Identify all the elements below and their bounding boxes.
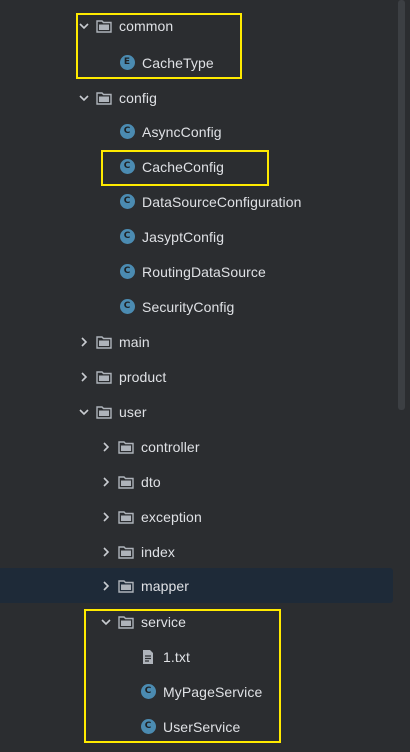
tree-item-exception-folder[interactable]: exception [0, 499, 393, 534]
tree-item-label: AsyncConfig [142, 123, 222, 140]
tree-item-cacheconfig[interactable]: C CacheConfig [0, 149, 393, 184]
tree-item-cachetype[interactable]: E CacheType [0, 45, 393, 80]
tree-item-routingdatasource[interactable]: C RoutingDataSource [0, 254, 393, 289]
tree-item-label: index [141, 543, 175, 560]
folder-icon [118, 439, 134, 455]
folder-icon [118, 474, 134, 490]
tree-item-common-folder[interactable]: common [0, 8, 393, 43]
tree-item-label: JasyptConfig [142, 228, 225, 245]
tree-item-dto-folder[interactable]: dto [0, 464, 393, 499]
tree-item-mapper-folder[interactable]: mapper [0, 568, 393, 603]
chevron-down-icon[interactable] [78, 406, 90, 418]
tree-item-service-folder[interactable]: service [0, 604, 393, 639]
class-icon: C [119, 299, 135, 315]
tree-item-config-folder[interactable]: config [0, 80, 393, 115]
tree-item-index-folder[interactable]: index [0, 534, 393, 569]
tree-item-label: MyPageService [163, 683, 263, 700]
text-file-icon [140, 649, 156, 665]
folder-icon [118, 509, 134, 525]
tree-item-label: CacheType [142, 54, 214, 71]
tree-item-label: common [119, 17, 174, 34]
class-icon: C [119, 194, 135, 210]
chevron-right-icon[interactable] [100, 441, 112, 453]
folder-icon [96, 404, 112, 420]
tree-item-jasyptconfig[interactable]: C JasyptConfig [0, 219, 393, 254]
tree-item-mypageservice[interactable]: C MyPageService [0, 674, 393, 709]
tree-item-user-folder[interactable]: user [0, 394, 393, 429]
chevron-right-icon[interactable] [78, 371, 90, 383]
chevron-down-icon[interactable] [78, 20, 90, 32]
tree-item-label: RoutingDataSource [142, 263, 266, 280]
chevron-right-icon[interactable] [100, 476, 112, 488]
scrollbar-thumb[interactable] [398, 0, 405, 410]
tree-item-product-folder[interactable]: product [0, 359, 393, 394]
tree-item-label: main [119, 333, 150, 350]
class-icon: C [119, 264, 135, 280]
folder-icon [118, 578, 134, 594]
tree-item-datasourceconfiguration[interactable]: C DataSourceConfiguration [0, 184, 393, 219]
tree-item-label: UserService [163, 718, 241, 735]
tree-item-label: exception [141, 508, 202, 525]
tree-item-label: SecurityConfig [142, 298, 235, 315]
tree-item-securityconfig[interactable]: C SecurityConfig [0, 289, 393, 324]
tree-item-asyncconfig[interactable]: C AsyncConfig [0, 114, 393, 149]
folder-icon [96, 18, 112, 34]
class-icon: C [119, 124, 135, 140]
tree-item-label: service [141, 613, 187, 630]
folder-icon [118, 614, 134, 630]
tree-item-label: controller [141, 438, 200, 455]
folder-icon [96, 369, 112, 385]
tree-item-label: product [119, 368, 167, 385]
tree-item-controller-folder[interactable]: controller [0, 429, 393, 464]
tree-item-label: dto [141, 473, 161, 490]
tree-item-label: user [119, 403, 147, 420]
folder-icon [96, 334, 112, 350]
tree-item-label: mapper [141, 577, 190, 594]
tree-item-label: CacheConfig [142, 158, 225, 175]
tree-item-label: 1.txt [163, 648, 190, 665]
chevron-down-icon[interactable] [78, 92, 90, 104]
chevron-right-icon[interactable] [100, 546, 112, 558]
tree-item-userservice[interactable]: C UserService [0, 709, 393, 744]
tree-item-label: DataSourceConfiguration [142, 193, 302, 210]
chevron-right-icon[interactable] [100, 511, 112, 523]
tree-item-main-folder[interactable]: main [0, 324, 393, 359]
chevron-right-icon[interactable] [78, 336, 90, 348]
folder-icon [118, 544, 134, 560]
folder-icon [96, 90, 112, 106]
class-icon: C [140, 684, 156, 700]
tree-item-label: config [119, 89, 157, 106]
chevron-down-icon[interactable] [100, 616, 112, 628]
chevron-right-icon[interactable] [100, 580, 112, 592]
tree-item-1-txt[interactable]: 1.txt [0, 639, 393, 674]
class-icon: C [119, 159, 135, 175]
class-icon: C [119, 229, 135, 245]
project-tree: common E CacheType config C AsyncConfig … [0, 0, 404, 752]
enum-icon: E [119, 55, 135, 71]
class-icon: C [140, 719, 156, 735]
